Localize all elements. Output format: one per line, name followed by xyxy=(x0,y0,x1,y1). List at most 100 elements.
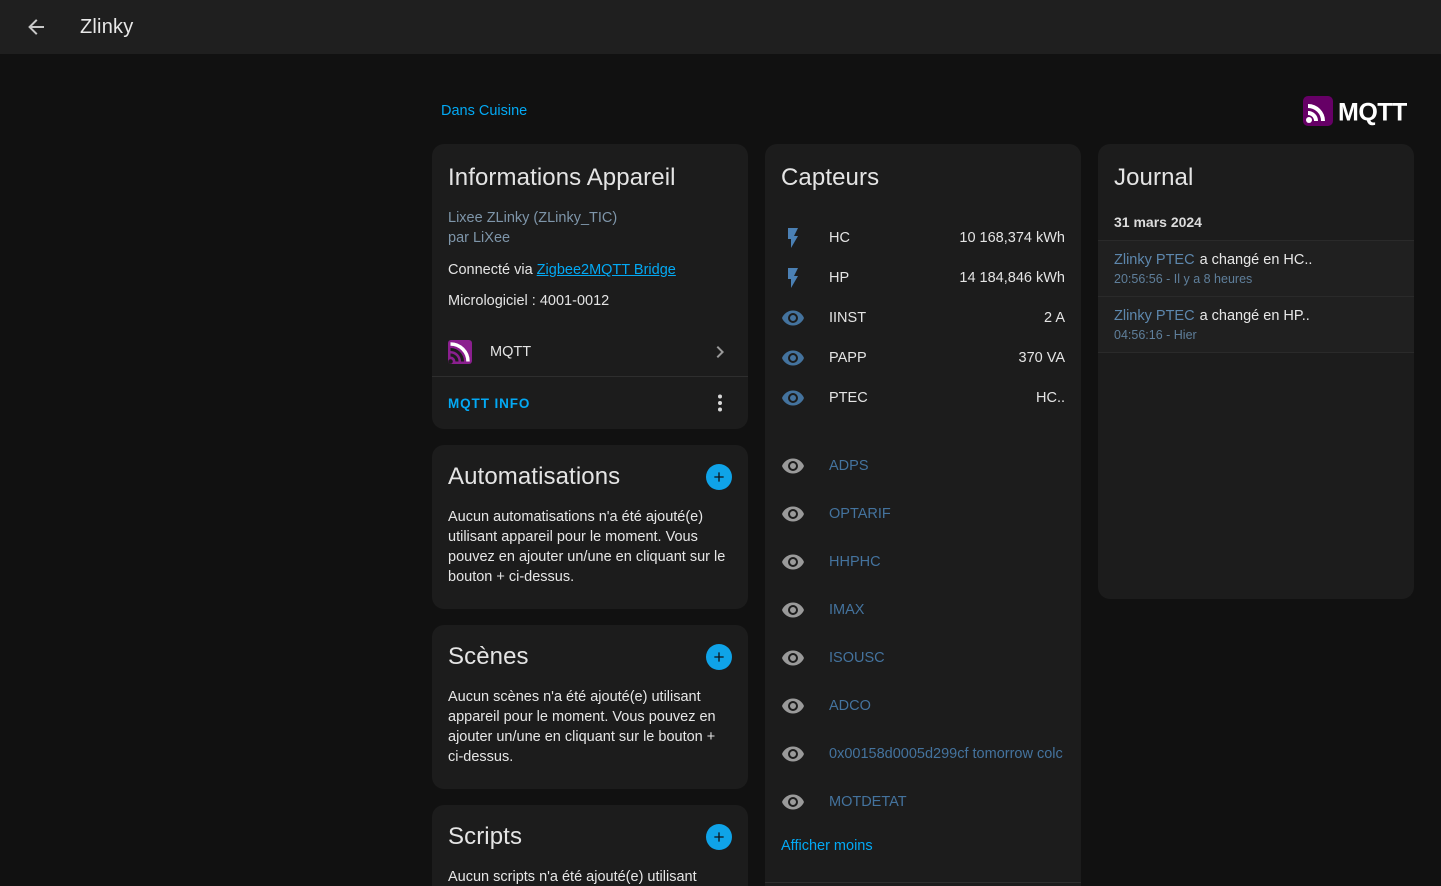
plus-icon xyxy=(711,469,727,485)
sensors-title: Capteurs xyxy=(765,144,1081,206)
automations-title: Automatisations xyxy=(448,463,620,491)
journal-list: Zlinky PTEC a changé en HC.. 20:56:56 - I… xyxy=(1098,240,1414,353)
chevron-right-icon xyxy=(708,340,732,364)
journal-event-text: a changé en HC.. xyxy=(1200,252,1313,268)
eye-icon xyxy=(781,742,805,766)
eye-icon xyxy=(781,346,805,370)
mqtt-row-label: MQTT xyxy=(490,344,708,360)
eye-icon xyxy=(781,790,805,814)
journal-entry[interactable]: Zlinky PTEC a changé en HC.. 20:56:56 - I… xyxy=(1098,240,1414,296)
eye-icon xyxy=(781,598,805,622)
plus-icon xyxy=(711,649,727,665)
hidden-sensor-row[interactable]: ISOUSC xyxy=(765,634,1081,682)
page-title: Zlinky xyxy=(80,16,133,39)
arrow-left-icon xyxy=(24,15,48,39)
plus-icon xyxy=(711,829,727,845)
scenes-card: Scènes Aucun scènes n'a été ajouté(e) ut… xyxy=(432,625,748,789)
journal-entity-link[interactable]: Zlinky PTEC xyxy=(1114,252,1195,268)
flash-icon xyxy=(781,266,805,290)
sensor-row[interactable]: HP 14 184,846 kWh xyxy=(765,258,1081,298)
app-header: Zlinky xyxy=(0,0,1441,54)
eye-icon xyxy=(781,550,805,574)
sensor-name: IINST xyxy=(829,310,866,326)
hidden-sensor-row[interactable]: HHPHC xyxy=(765,538,1081,586)
sensor-name: HC xyxy=(829,230,850,246)
sensors-card: Capteurs HC 10 168,374 kWh xyxy=(765,144,1081,886)
device-info-card: Informations Appareil Lixee ZLinky (ZLin… xyxy=(432,144,748,429)
automations-empty-text: Aucun automatisations n'a été ajouté(e) … xyxy=(432,499,748,609)
sensor-row[interactable]: PAPP 370 VA xyxy=(765,338,1081,378)
device-manufacturer-link[interactable]: par LiXee xyxy=(448,228,732,248)
scenes-title: Scènes xyxy=(448,643,529,671)
scenes-empty-text: Aucun scènes n'a été ajouté(e) utilisant… xyxy=(432,679,748,789)
hidden-sensor-row[interactable]: 0x00158d0005d299cf tomorrow colc xyxy=(765,730,1081,778)
journal-card: Journal 31 mars 2024 Zlinky PTEC a changé… xyxy=(1098,144,1414,599)
sensor-value: 14 184,846 kWh xyxy=(951,270,1065,286)
sensor-name: 0x00158d0005d299cf tomorrow colc xyxy=(829,746,1063,762)
sensor-name: OPTARIF xyxy=(829,506,891,522)
hidden-sensor-row[interactable]: MOTDETAT xyxy=(765,778,1081,826)
show-less-link[interactable]: Afficher moins xyxy=(781,838,873,854)
add-script-button[interactable] xyxy=(706,824,732,850)
divider xyxy=(765,882,1081,883)
sensor-value: 370 VA xyxy=(1011,350,1066,366)
sensor-name: ADPS xyxy=(829,458,869,474)
journal-entity-link[interactable]: Zlinky PTEC xyxy=(1114,308,1195,324)
add-scene-button[interactable] xyxy=(706,644,732,670)
hidden-sensor-row[interactable]: ADPS xyxy=(765,442,1081,490)
eye-icon xyxy=(781,454,805,478)
breadcrumb: Dans Cuisine MQTT xyxy=(432,94,1414,128)
sensor-value: HC.. xyxy=(1028,390,1065,406)
add-automation-button[interactable] xyxy=(706,464,732,490)
hidden-sensor-row[interactable]: ADCO xyxy=(765,682,1081,730)
device-info-title: Informations Appareil xyxy=(432,144,748,206)
firmware-line: Micrologiciel : 4001-0012 xyxy=(448,292,732,310)
sensor-name: HHPHC xyxy=(829,554,881,570)
sensor-row[interactable]: PTEC HC.. xyxy=(765,378,1081,418)
sensor-name: PTEC xyxy=(829,390,868,406)
mqtt-info-button[interactable]: MQTT INFO xyxy=(448,396,530,411)
journal-timestamp: 20:56:56 - Il y a 8 heures xyxy=(1114,272,1398,286)
eye-icon xyxy=(781,386,805,410)
connected-via-line: Connecté via Zigbee2MQTT Bridge xyxy=(448,261,732,279)
scripts-card: Scripts Aucun scripts n'a été ajouté(e) … xyxy=(432,805,748,886)
back-button[interactable] xyxy=(16,7,56,47)
zigbee2mqtt-bridge-link[interactable]: Zigbee2MQTT Bridge xyxy=(537,262,676,278)
journal-event-text: a changé en HP.. xyxy=(1200,308,1310,324)
eye-icon xyxy=(781,306,805,330)
mqtt-logo-icon: MQTT xyxy=(1302,94,1414,128)
sensor-name: MOTDETAT xyxy=(829,794,907,810)
mqtt-config-row[interactable]: MQTT xyxy=(448,328,732,376)
kebab-menu-icon xyxy=(708,391,732,415)
sensor-name: PAPP xyxy=(829,350,867,366)
breadcrumb-area-link[interactable]: Dans Cuisine xyxy=(441,103,527,119)
mqtt-brand-logo: MQTT xyxy=(1302,94,1414,128)
sensor-row[interactable]: IINST 2 A xyxy=(765,298,1081,338)
journal-date-header: 31 mars 2024 xyxy=(1098,206,1414,240)
hidden-sensor-row[interactable]: OPTARIF xyxy=(765,490,1081,538)
device-model-link[interactable]: Lixee ZLinky (ZLinky_TIC) xyxy=(448,208,732,228)
sensor-name: HP xyxy=(829,270,849,286)
journal-timestamp: 04:56:16 - Hier xyxy=(1114,328,1398,342)
scripts-empty-text: Aucun scripts n'a été ajouté(e) utilisan… xyxy=(432,859,748,886)
sensor-name: IMAX xyxy=(829,602,864,618)
sensor-name: ADCO xyxy=(829,698,871,714)
svg-text:MQTT: MQTT xyxy=(1338,99,1407,127)
more-options-button[interactable] xyxy=(702,385,738,421)
sensor-list-diagnostic: ADPS OPTARIF xyxy=(765,442,1081,826)
sensor-name: ISOUSC xyxy=(829,650,885,666)
sensor-row[interactable]: HC 10 168,374 kWh xyxy=(765,218,1081,258)
sensor-value: 2 A xyxy=(1036,310,1065,326)
eye-icon xyxy=(781,502,805,526)
mqtt-icon xyxy=(448,340,472,364)
sensor-list-primary: HC 10 168,374 kWh HP 14 184,846 kWh xyxy=(765,218,1081,418)
automations-card: Automatisations Aucun automatisations n'… xyxy=(432,445,748,609)
flash-icon xyxy=(781,226,805,250)
eye-icon xyxy=(781,694,805,718)
eye-icon xyxy=(781,646,805,670)
sensor-value: 10 168,374 kWh xyxy=(951,230,1065,246)
hidden-sensor-row[interactable]: IMAX xyxy=(765,586,1081,634)
scripts-title: Scripts xyxy=(448,823,522,851)
journal-entry[interactable]: Zlinky PTEC a changé en HP.. 04:56:16 - H… xyxy=(1098,296,1414,353)
journal-title: Journal xyxy=(1098,144,1414,206)
